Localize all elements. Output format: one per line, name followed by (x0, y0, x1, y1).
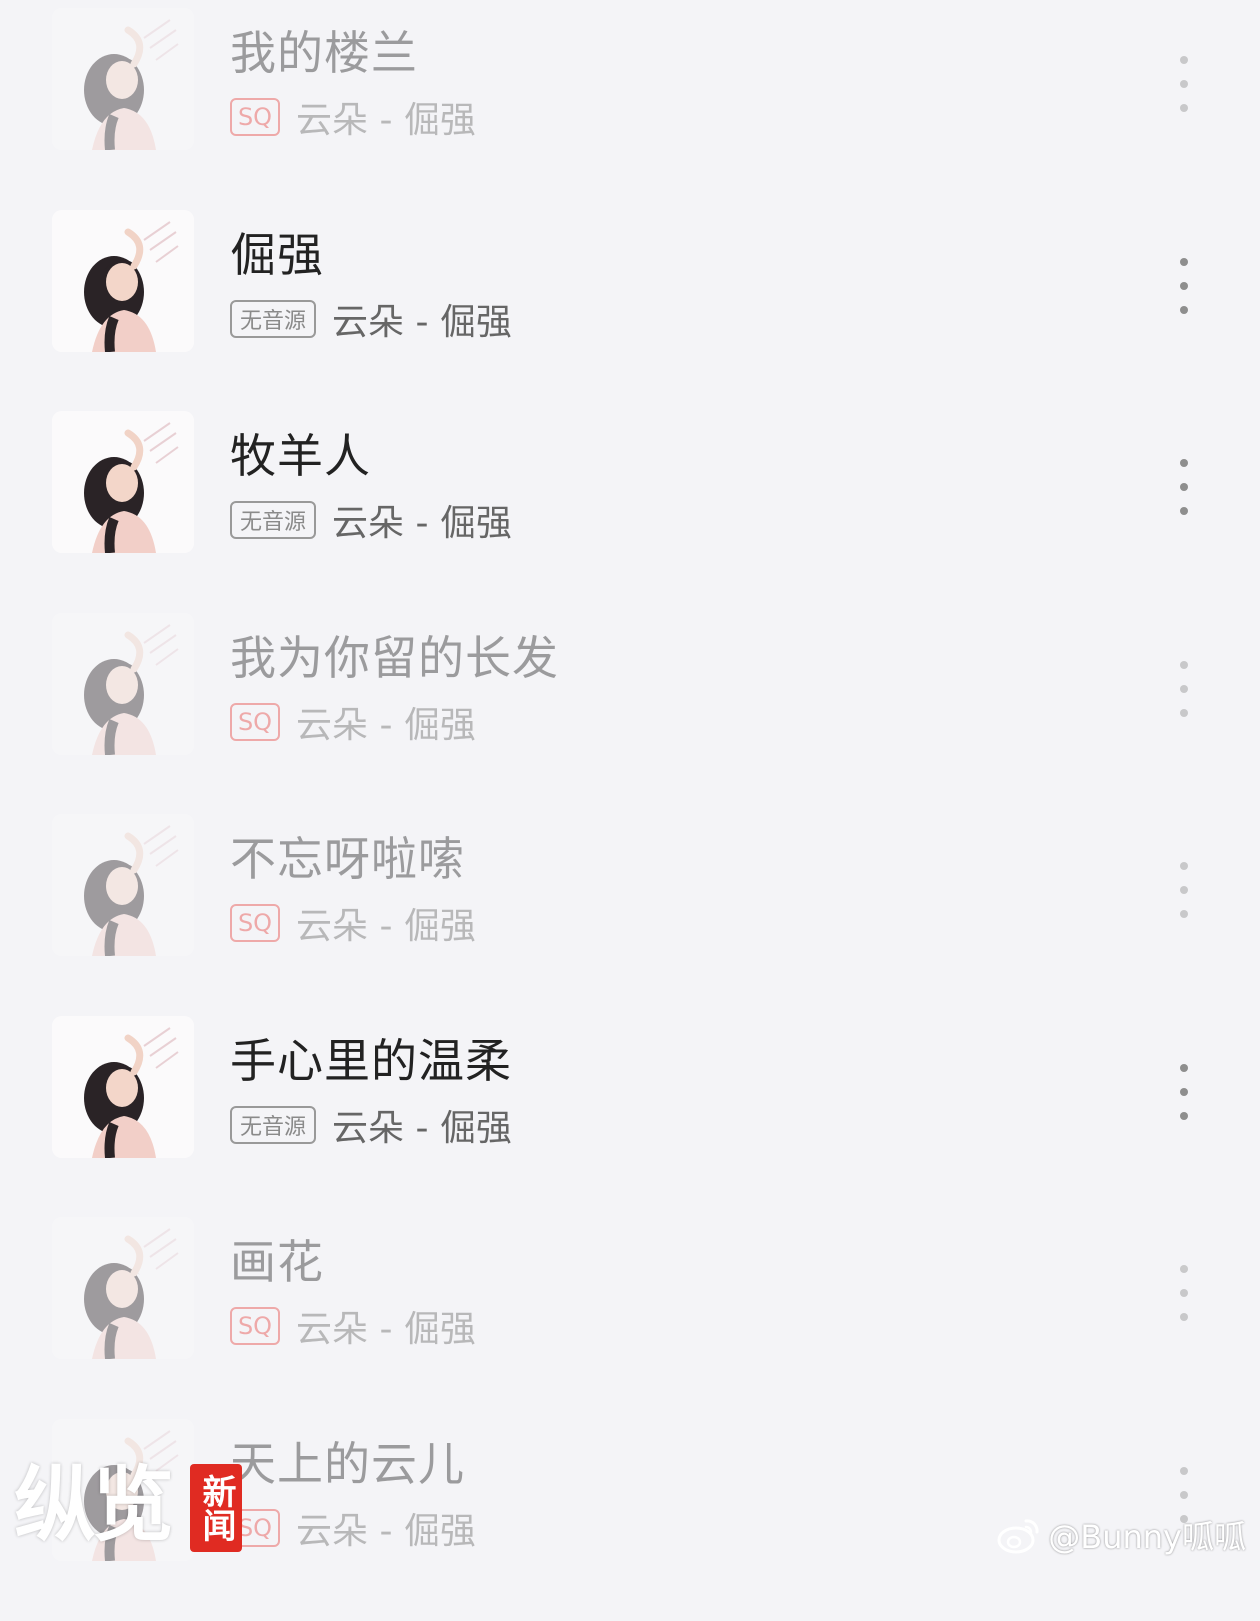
album-cover (52, 814, 194, 956)
album-art (52, 1016, 194, 1158)
weibo-icon (997, 1519, 1039, 1554)
logo-tag: 新闻 (190, 1464, 243, 1552)
song-title: 我为你留的长发 (230, 631, 559, 685)
quality-badge: SQ (230, 1307, 280, 1345)
song-subtitle: 无音源 云朵 - 倔强 (230, 1104, 512, 1149)
song-title: 我的楼兰 (230, 26, 418, 80)
more-options-icon[interactable] (1170, 1064, 1198, 1120)
song-row-4[interactable]: 我为你留的长发 SQ 云朵 - 倔强 (0, 613, 1260, 815)
more-options-icon[interactable] (1170, 56, 1198, 112)
quality-badge: SQ (230, 904, 280, 942)
album-cover (52, 1217, 194, 1359)
quality-badge: SQ (230, 703, 280, 741)
more-options-icon[interactable] (1170, 862, 1198, 918)
quality-badge: 无音源 (230, 1106, 317, 1144)
more-options-icon[interactable] (1170, 661, 1198, 717)
artist-album: 云朵 - 倔强 (296, 906, 476, 947)
song-title: 天上的云儿 (230, 1437, 465, 1491)
weibo-watermark: @Bunny呱呱 (996, 1512, 1246, 1558)
album-art (52, 613, 194, 755)
artist-album: 云朵 - 倔强 (296, 1309, 476, 1350)
album-art (52, 8, 194, 150)
quality-badge: 无音源 (230, 501, 317, 539)
song-subtitle: SQ 云朵 - 倔强 (230, 1305, 476, 1350)
album-cover (52, 1016, 194, 1158)
song-subtitle: 无音源 云朵 - 倔强 (230, 298, 512, 343)
more-options-icon[interactable] (1170, 1265, 1198, 1321)
artist-album: 云朵 - 倔强 (332, 302, 512, 343)
song-row-2[interactable]: 倔强 无音源 云朵 - 倔强 (0, 210, 1260, 412)
song-row-6[interactable]: 手心里的温柔 无音源 云朵 - 倔强 (0, 1016, 1260, 1218)
artist-album: 云朵 - 倔强 (296, 705, 476, 746)
song-subtitle: SQ 云朵 - 倔强 (230, 902, 476, 947)
quality-badge: 无音源 (230, 300, 317, 338)
album-cover (52, 8, 194, 150)
news-logo: 纵览 新闻 (14, 1452, 243, 1553)
logo-text: 纵览 (14, 1458, 174, 1553)
song-subtitle: SQ 云朵 - 倔强 (230, 1507, 476, 1552)
album-art (52, 411, 194, 553)
album-art (52, 814, 194, 956)
album-art (52, 210, 194, 352)
song-row-1[interactable]: 我的楼兰 SQ 云朵 - 倔强 (0, 8, 1260, 210)
artist-album: 云朵 - 倔强 (296, 1511, 476, 1552)
album-cover (52, 210, 194, 352)
quality-badge: SQ (230, 98, 280, 136)
artist-album: 云朵 - 倔强 (332, 1108, 512, 1149)
more-options-icon[interactable] (1170, 459, 1198, 515)
song-title: 画花 (230, 1235, 324, 1289)
song-title: 倔强 (230, 228, 324, 282)
song-subtitle: SQ 云朵 - 倔强 (230, 96, 476, 141)
watermark-text: @Bunny呱呱 (1048, 1518, 1246, 1556)
song-title: 牧羊人 (230, 429, 371, 483)
song-title: 手心里的温柔 (230, 1034, 512, 1088)
more-options-icon[interactable] (1170, 258, 1198, 314)
artist-album: 云朵 - 倔强 (296, 100, 476, 141)
song-row-5[interactable]: 不忘呀啦嗦 SQ 云朵 - 倔强 (0, 814, 1260, 1016)
song-row-7[interactable]: 画花 SQ 云朵 - 倔强 (0, 1217, 1260, 1419)
song-subtitle: SQ 云朵 - 倔强 (230, 701, 476, 746)
artist-album: 云朵 - 倔强 (332, 503, 512, 544)
album-art (52, 1217, 194, 1359)
song-row-3[interactable]: 牧羊人 无音源 云朵 - 倔强 (0, 411, 1260, 613)
song-subtitle: 无音源 云朵 - 倔强 (230, 499, 512, 544)
song-title: 不忘呀啦嗦 (230, 832, 465, 886)
album-cover (52, 613, 194, 755)
album-cover (52, 411, 194, 553)
